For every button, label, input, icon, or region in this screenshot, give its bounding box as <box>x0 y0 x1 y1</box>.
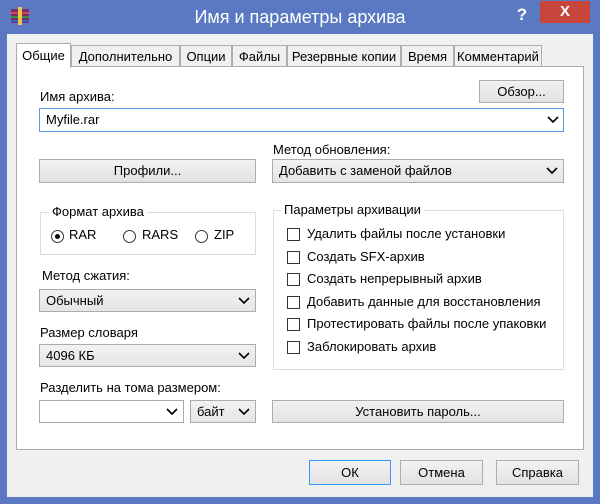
radio-zip-label[interactable]: ZIP <box>214 227 234 242</box>
archive-format-group: Формат архива RAR RARS ZIP <box>40 204 256 255</box>
split-size-input[interactable] <box>39 400 184 423</box>
tab-options[interactable]: Опции <box>180 45 232 66</box>
archive-name-label: Имя архива: <box>40 89 115 104</box>
radio-rars[interactable] <box>123 230 136 243</box>
checkbox-test-files[interactable] <box>287 318 300 331</box>
compression-method-label: Метод сжатия: <box>42 268 130 283</box>
help-button[interactable]: Справка <box>496 460 579 485</box>
archiving-options-group-title: Параметры архивации <box>281 202 424 217</box>
ok-button[interactable]: ОК <box>309 460 391 485</box>
tab-time[interactable]: Время <box>401 45 454 66</box>
checkbox-solid-archive[interactable] <box>287 273 300 286</box>
tab-advanced[interactable]: Дополнительно <box>71 45 180 66</box>
checkbox-delete-files[interactable] <box>287 228 300 241</box>
profiles-button[interactable]: Профили... <box>39 159 256 183</box>
dictionary-size-select[interactable]: 4096 КБ <box>39 344 256 367</box>
split-unit-select[interactable]: байт <box>190 400 256 423</box>
dictionary-size-label: Размер словаря <box>40 325 138 340</box>
title-bar: Имя и параметры архива ? X <box>0 0 600 34</box>
checkbox-lock-archive-label[interactable]: Заблокировать архив <box>307 339 436 354</box>
checkbox-solid-archive-label[interactable]: Создать непрерывный архив <box>307 271 482 286</box>
set-password-button[interactable]: Установить пароль... <box>272 400 564 423</box>
cancel-button[interactable]: Отмена <box>400 460 483 485</box>
compression-method-select[interactable]: Обычный <box>39 289 256 312</box>
radio-rars-label[interactable]: RARS <box>142 227 178 242</box>
dialog-client: Общие Дополнительно Опции Файлы Резервны… <box>7 34 593 497</box>
radio-rar-label[interactable]: RAR <box>69 227 96 242</box>
general-tab-panel: Имя архива: Обзор... Myfile.rar Профили.… <box>16 66 584 450</box>
chevron-down-icon <box>166 408 178 416</box>
compression-method-value: Обычный <box>46 293 104 308</box>
tab-files[interactable]: Файлы <box>232 45 287 66</box>
checkbox-test-files-label[interactable]: Протестировать файлы после упаковки <box>307 316 546 331</box>
split-volumes-label: Разделить на тома размером: <box>40 380 221 395</box>
help-title-button[interactable]: ? <box>508 4 536 26</box>
archive-name-combo[interactable]: Myfile.rar <box>39 108 564 132</box>
chevron-down-icon <box>238 408 250 416</box>
radio-rar[interactable] <box>51 230 64 243</box>
checkbox-recovery-record-label[interactable]: Добавить данные для восстановления <box>307 294 541 309</box>
archiving-options-group: Параметры архивации Удалить файлы после … <box>273 202 564 370</box>
chevron-down-icon <box>546 167 558 175</box>
tab-general[interactable]: Общие <box>16 43 71 68</box>
archive-format-group-title: Формат архива <box>49 204 147 219</box>
dictionary-size-value: 4096 КБ <box>46 348 95 363</box>
radio-zip[interactable] <box>195 230 208 243</box>
update-method-label: Метод обновления: <box>273 142 391 157</box>
checkbox-lock-archive[interactable] <box>287 341 300 354</box>
browse-button[interactable]: Обзор... <box>479 80 564 103</box>
chevron-down-icon <box>238 297 250 305</box>
checkbox-create-sfx-label[interactable]: Создать SFX-архив <box>307 249 425 264</box>
checkbox-delete-files-label[interactable]: Удалить файлы после установки <box>307 226 505 241</box>
chevron-down-icon <box>238 352 250 360</box>
close-button[interactable]: X <box>540 1 590 23</box>
chevron-down-icon <box>547 116 559 124</box>
archive-name-value: Myfile.rar <box>46 112 100 127</box>
tab-comment[interactable]: Комментарий <box>454 45 542 66</box>
checkbox-create-sfx[interactable] <box>287 251 300 264</box>
split-unit-value: байт <box>197 404 225 419</box>
update-method-value: Добавить с заменой файлов <box>279 163 452 178</box>
checkbox-recovery-record[interactable] <box>287 296 300 309</box>
tab-backup[interactable]: Резервные копии <box>287 45 401 66</box>
update-method-select[interactable]: Добавить с заменой файлов <box>272 159 564 183</box>
